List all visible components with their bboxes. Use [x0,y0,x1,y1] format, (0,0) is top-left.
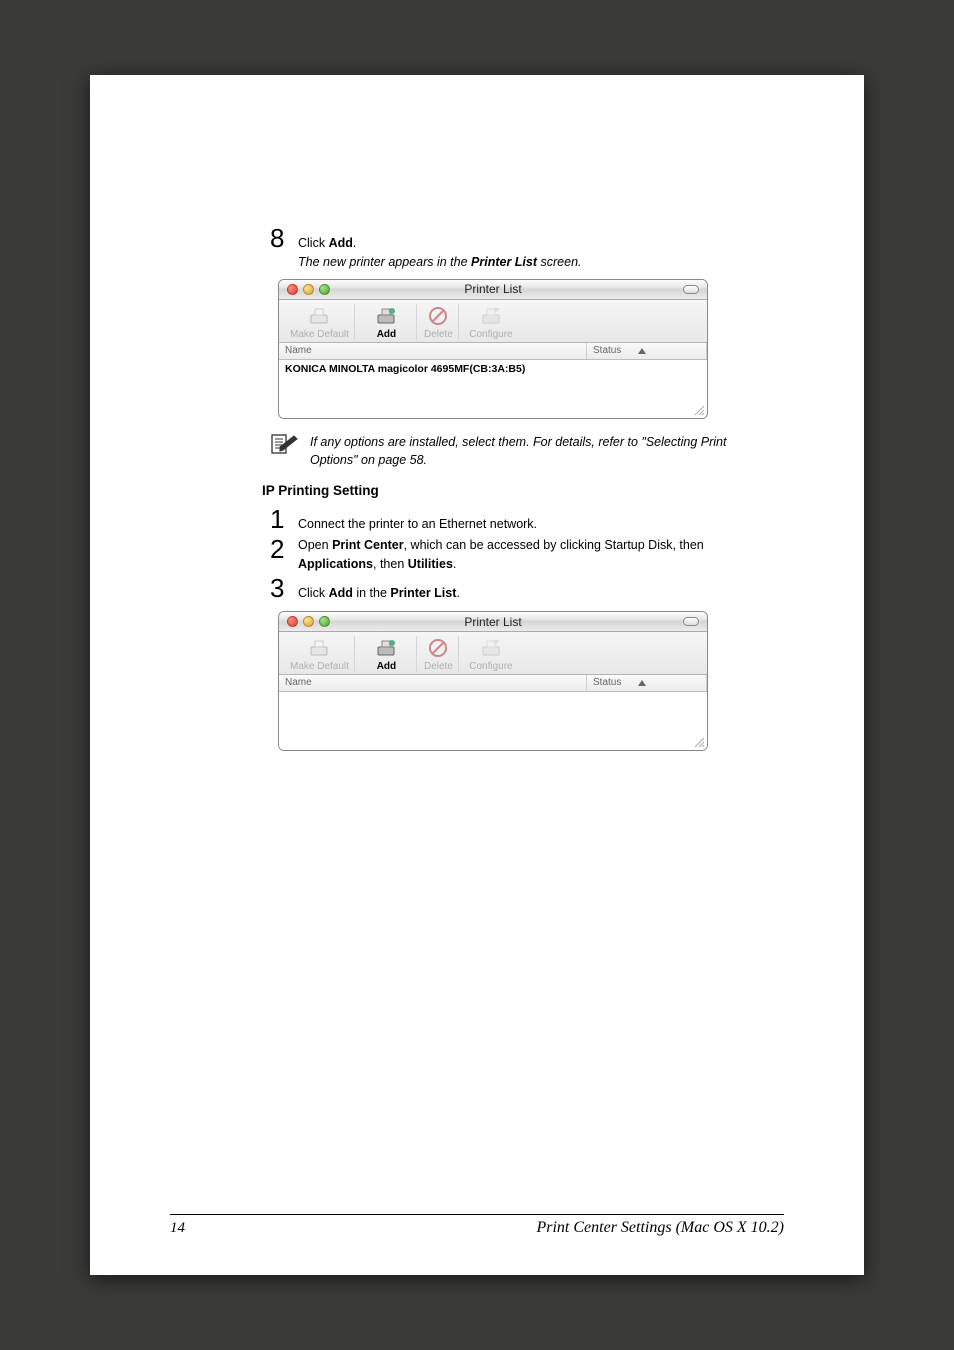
step-8-subtext: The new printer appears in the Printer L… [298,255,750,269]
minimize-icon [303,616,314,627]
toolbar: Make Default Add Delete [279,300,707,343]
delete-icon [428,636,448,660]
make-default-button: Make Default [285,636,355,672]
delete-icon [428,304,448,328]
step-text: Click Add. [298,234,356,253]
traffic-lights [287,616,330,627]
step-text: Click Add in the Printer List. [298,584,460,603]
printer-list-window-empty: Printer List Make Default Add [278,611,708,751]
footer-rule [170,1214,784,1215]
document-page: 8 Click Add. The new printer appears in … [90,75,864,1275]
footer-row: 14 Print Center Settings (Mac OS X 10.2) [170,1219,784,1237]
status-column: Status [587,343,707,359]
sort-indicator-icon [638,348,646,354]
step-number: 1 [270,506,290,532]
ip-printing-heading: IP Printing Setting [262,483,750,498]
toolbar-toggle-icon [683,617,699,626]
step-2: 2 Open Print Center, which can be access… [270,536,750,574]
column-header: Name Status [279,675,707,692]
note-text: If any options are installed, select the… [310,433,750,469]
make-default-button: Make Default [285,304,355,340]
zoom-icon [319,616,330,627]
printer-list-body: KONICA MINOLTA magicolor 4695MF(CB:3A:B5… [279,360,707,418]
add-printer-icon [375,304,397,328]
step-3: 3 Click Add in the Printer List. [270,575,750,603]
step-number: 3 [270,575,290,601]
printer-list-body-empty [279,692,707,750]
column-header: Name Status [279,343,707,360]
name-column: Name [279,343,587,359]
step-number: 8 [270,225,290,251]
page-footer: 14 Print Center Settings (Mac OS X 10.2) [170,1214,784,1237]
note-icon [270,433,300,460]
add-printer-icon [375,636,397,660]
printer-icon [308,636,330,660]
traffic-lights [287,284,330,295]
zoom-icon [319,284,330,295]
list-item: KONICA MINOLTA magicolor 4695MF(CB:3A:B5… [279,360,707,378]
close-icon [287,616,298,627]
delete-button: Delete [419,636,459,672]
minimize-icon [303,284,314,295]
step-1: 1 Connect the printer to an Ethernet net… [270,506,750,534]
window-titlebar: Printer List [279,612,707,632]
resize-grip-icon [693,736,705,748]
status-column: Status [587,675,707,691]
step-8: 8 Click Add. [270,225,750,253]
toolbar: Make Default Add Delete [279,632,707,675]
sort-indicator-icon [638,680,646,686]
resize-grip-icon [693,404,705,416]
configure-button: Configure [461,636,521,672]
footer-title: Print Center Settings (Mac OS X 10.2) [536,1219,784,1237]
window-title: Printer List [464,615,521,629]
step-text: Open Print Center, which can be accessed… [298,536,750,574]
configure-button: Configure [461,304,521,340]
close-icon [287,284,298,295]
name-column: Name [279,675,587,691]
page-number: 14 [170,1220,185,1237]
note: If any options are installed, select the… [270,433,750,469]
step-number: 2 [270,536,290,562]
window-title: Printer List [464,282,521,296]
toolbar-toggle-icon [683,285,699,294]
add-button: Add [357,636,417,672]
configure-icon [480,636,502,660]
content-area: 8 Click Add. The new printer appears in … [270,225,750,751]
delete-button: Delete [419,304,459,340]
configure-icon [480,304,502,328]
printer-icon [308,304,330,328]
printer-list-window-populated: Printer List Make Default Add [278,279,708,419]
add-button: Add [357,304,417,340]
step-text: Connect the printer to an Ethernet netwo… [298,515,537,534]
window-titlebar: Printer List [279,280,707,300]
